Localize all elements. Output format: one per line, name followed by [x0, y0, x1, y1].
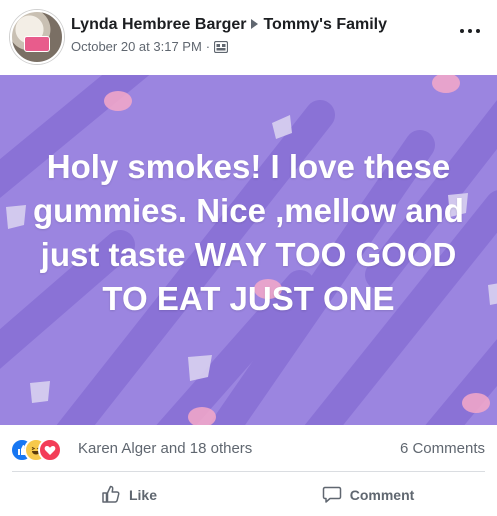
post-text: Holy smokes! I love these gummies. Nice …	[33, 148, 464, 317]
more-options-icon[interactable]	[458, 26, 482, 36]
post-actions: Like Comment	[0, 476, 497, 514]
comment-icon	[322, 484, 350, 507]
comments-count-link[interactable]: 6 Comments	[400, 440, 485, 457]
avatar-badge	[24, 36, 50, 52]
reaction-icons[interactable]	[10, 438, 70, 462]
like-icon	[101, 484, 129, 507]
like-button[interactable]: Like	[12, 478, 246, 512]
comment-button[interactable]: Comment	[251, 478, 485, 512]
reactions-bar: Karen Alger and 18 others 6 Comments	[0, 428, 497, 468]
reactors-link[interactable]: Karen Alger and 18 others	[78, 440, 252, 457]
author-name-link[interactable]: Lynda Hembree Barger	[71, 16, 246, 33]
author-avatar[interactable]	[10, 10, 64, 64]
love-reaction-icon	[38, 438, 62, 462]
post-background: Holy smokes! I love these gummies. Nice …	[0, 75, 497, 425]
like-label: Like	[128, 487, 157, 503]
actions-divider	[12, 471, 485, 472]
post-title-row: Lynda Hembree Barger Tommy's Family	[71, 16, 387, 34]
post-header: Lynda Hembree Barger Tommy's Family Octob…	[0, 0, 497, 74]
post-timestamp-link[interactable]: October 20 at 3:17 PM	[71, 39, 202, 54]
shared-to-arrow-icon	[251, 19, 259, 30]
group-icon	[214, 40, 229, 56]
post-meta: October 20 at 3:17 PM ·	[71, 39, 229, 56]
meta-separator: ·	[205, 39, 211, 54]
group-name-link[interactable]: Tommy's Family	[263, 16, 387, 33]
comment-label: Comment	[349, 487, 415, 503]
